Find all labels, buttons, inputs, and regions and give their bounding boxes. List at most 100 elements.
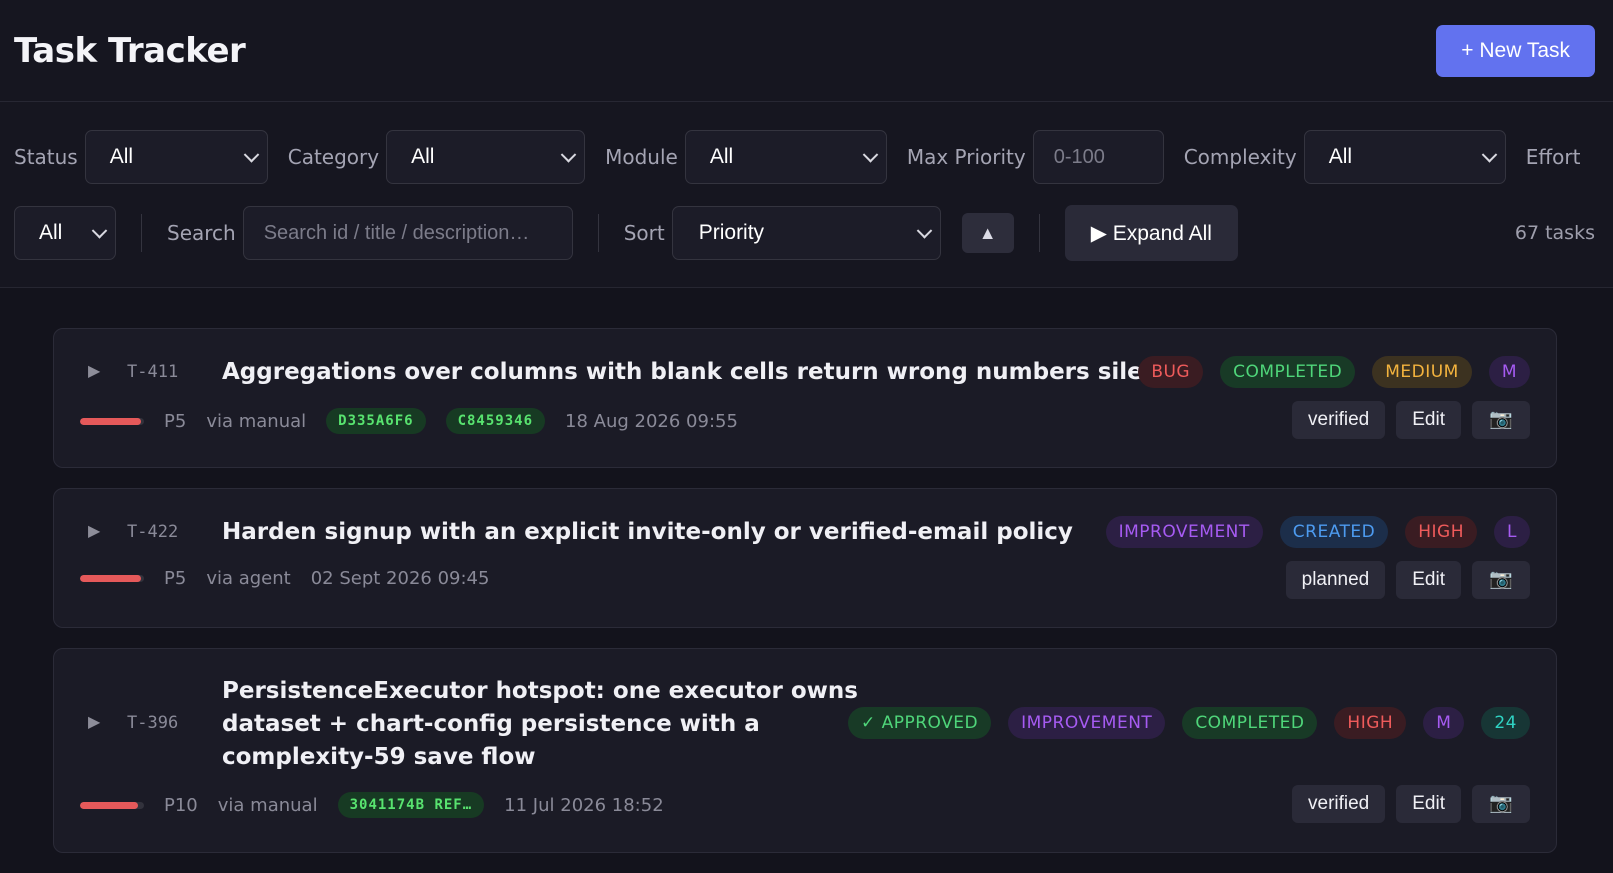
task-source: via manual — [217, 794, 318, 816]
complexity-filter-select[interactable]: All — [1303, 130, 1506, 184]
status-filter-select[interactable]: All — [84, 130, 268, 184]
task-count: 67 tasks — [1514, 222, 1595, 244]
complexity-filter-value: All — [1328, 145, 1353, 168]
category-tag: BUG — [1138, 356, 1204, 388]
search-label: Search — [167, 221, 236, 245]
search-input[interactable] — [242, 206, 573, 260]
divider — [1038, 214, 1040, 252]
category-filter-select[interactable]: All — [386, 130, 586, 184]
commit-hash-badge[interactable]: 3041174B REF… — [337, 792, 485, 818]
module-filter-label: Module — [605, 145, 678, 169]
task-source: via agent — [206, 568, 291, 589]
size-tag: L — [1494, 516, 1530, 548]
category-filter-label: Category — [287, 145, 380, 169]
expand-all-button[interactable]: ▶ Expand All — [1064, 205, 1238, 261]
sort-select[interactable]: Priority — [671, 206, 941, 260]
app-header: Task Tracker + New Task — [0, 0, 1613, 102]
chevron-down-icon — [560, 147, 577, 163]
module-filter-select[interactable]: All — [684, 130, 887, 184]
task-timestamp: 11 Jul 2026 18:52 — [504, 794, 664, 816]
sort-value: Priority — [698, 221, 765, 244]
category-tag: IMPROVEMENT — [1008, 707, 1166, 739]
task-id: T-396 — [127, 713, 179, 733]
divider — [141, 214, 142, 252]
triangle-up-icon: ▲ — [978, 222, 997, 243]
edit-button[interactable]: Edit — [1396, 561, 1461, 599]
task-title-line: PersistenceExecutor hotspot: one executo… — [222, 678, 858, 704]
chevron-down-icon — [916, 223, 932, 239]
status-tag: CREATED — [1279, 516, 1389, 548]
priority-label: P5 — [164, 410, 187, 432]
task-title: Harden signup with an explicit invite-on… — [222, 519, 1073, 545]
state-button[interactable]: planned — [1285, 561, 1386, 599]
chevron-down-icon — [91, 223, 108, 239]
severity-tag: MEDIUM — [1372, 356, 1472, 388]
task-tags: BUG COMPLETED MEDIUM M — [1138, 356, 1530, 388]
module-filter-value: All — [709, 145, 734, 168]
expand-caret-icon[interactable]: ▶ — [88, 712, 100, 732]
priority-bar — [80, 575, 144, 582]
task-title-line: complexity-59 save flow — [222, 744, 536, 770]
task-card[interactable]: ▶ T-411 Aggregations over columns with b… — [53, 328, 1557, 468]
priority-bar — [80, 801, 144, 809]
state-button[interactable]: verified — [1292, 401, 1386, 439]
priority-bar — [80, 417, 144, 425]
edit-button[interactable]: Edit — [1396, 401, 1461, 439]
max-priority-label: Max Priority — [906, 145, 1026, 169]
commit-hash-badge[interactable]: C8459346 — [445, 408, 546, 434]
task-list: ▶ T-411 Aggregations over columns with b… — [53, 328, 1557, 873]
severity-tag: HIGH — [1334, 707, 1407, 739]
status-tag: COMPLETED — [1182, 707, 1318, 739]
effort-filter-label: Effort — [1525, 145, 1581, 169]
max-priority-input[interactable] — [1032, 130, 1164, 184]
priority-bar-fill — [80, 801, 138, 809]
task-id: T-422 — [127, 522, 179, 542]
task-tags: IMPROVEMENT CREATED HIGH L — [1105, 516, 1530, 548]
count-tag: 24 — [1481, 707, 1530, 739]
edit-button[interactable]: Edit — [1396, 785, 1461, 823]
task-meta: P5 via agent 02 Sept 2026 09:45 — [80, 568, 509, 589]
size-tag: M — [1488, 356, 1530, 388]
task-meta: P10 via manual 3041174B REF… 11 Jul 2026… — [80, 792, 684, 818]
expand-caret-icon[interactable]: ▶ — [88, 361, 100, 381]
task-actions: verified Edit 📷 — [1292, 785, 1530, 823]
task-title: Aggregations over columns with blank cel… — [222, 359, 1194, 385]
effort-filter-select[interactable]: All — [14, 206, 116, 260]
category-filter-value: All — [411, 145, 435, 168]
page-title: Task Tracker — [14, 30, 246, 71]
task-title: PersistenceExecutor hotspot: one executo… — [222, 675, 858, 774]
task-meta: P5 via manual D335A6F6 C8459346 18 Aug 2… — [80, 408, 758, 434]
priority-bar-fill — [80, 417, 141, 425]
status-tag: COMPLETED — [1220, 356, 1356, 388]
effort-filter-value: All — [39, 221, 63, 244]
commit-hash-badge[interactable]: D335A6F6 — [326, 408, 426, 434]
state-button[interactable]: verified — [1292, 785, 1386, 823]
camera-icon[interactable]: 📷 — [1472, 401, 1530, 439]
task-timestamp: 18 Aug 2026 09:55 — [565, 410, 738, 432]
status-filter-value: All — [109, 145, 134, 168]
task-actions: verified Edit 📷 — [1292, 401, 1530, 439]
task-tags: ✓ APPROVED IMPROVEMENT COMPLETED HIGH M … — [847, 707, 1530, 739]
severity-tag: HIGH — [1405, 516, 1478, 548]
task-card[interactable]: ▶ T-422 Harden signup with an explicit i… — [53, 488, 1557, 628]
sort-label: Sort — [623, 221, 665, 245]
priority-label: P5 — [164, 568, 187, 589]
camera-icon[interactable]: 📷 — [1472, 785, 1530, 823]
task-title-line: dataset + chart-config persistence with … — [222, 711, 760, 737]
camera-icon[interactable]: 📷 — [1472, 561, 1530, 599]
size-tag: M — [1423, 707, 1465, 739]
new-task-button[interactable]: + New Task — [1436, 24, 1595, 77]
sort-direction-button[interactable]: ▲ — [961, 213, 1014, 253]
task-card[interactable]: ▶ T-396 PersistenceExecutor hotspot: one… — [53, 648, 1557, 853]
chevron-down-icon — [1481, 147, 1497, 163]
category-tag: IMPROVEMENT — [1105, 516, 1263, 548]
complexity-filter-label: Complexity — [1183, 145, 1297, 169]
task-source: via manual — [206, 410, 307, 432]
task-timestamp: 02 Sept 2026 09:45 — [310, 568, 490, 589]
priority-label: P10 — [164, 794, 198, 816]
expand-caret-icon[interactable]: ▶ — [88, 521, 100, 541]
divider — [597, 214, 599, 252]
task-id: T-411 — [127, 362, 179, 382]
chevron-down-icon — [243, 147, 260, 163]
filter-bar: Status All Category All Module All Max P… — [0, 102, 1613, 288]
